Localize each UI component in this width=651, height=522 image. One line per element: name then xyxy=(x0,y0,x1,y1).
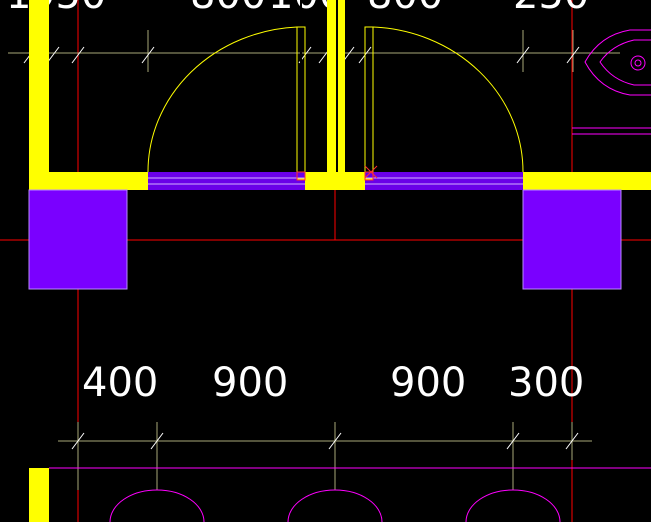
top-dimension-texts: 1 950 800 100 800 250 xyxy=(6,0,589,18)
door-left[interactable] xyxy=(147,26,306,180)
column-right[interactable] xyxy=(522,189,622,290)
fixture-basin-right xyxy=(465,489,561,522)
door-left-arc xyxy=(147,26,298,173)
door-right[interactable] xyxy=(364,26,524,180)
dim-text-top-4: 800 xyxy=(367,0,443,18)
dim-text-bottom-2: 900 xyxy=(390,360,466,406)
wall-left-vertical[interactable] xyxy=(29,0,49,190)
top-dimension-line xyxy=(8,30,620,72)
bottom-dimension-line xyxy=(58,422,592,490)
fixture-basin-center xyxy=(287,489,383,522)
dim-text-top-0: 1 xyxy=(6,0,31,18)
wall-bottom-left[interactable] xyxy=(29,468,49,522)
bottom-fixtures[interactable] xyxy=(49,467,651,522)
dim-text-bottom-3: 300 xyxy=(508,360,584,406)
door-right-arc xyxy=(372,26,524,173)
wall-left-horizontal[interactable] xyxy=(29,172,148,190)
toilet-fixture-icon[interactable] xyxy=(572,29,651,135)
bottom-dimension-texts: 400 900 900 300 xyxy=(82,360,584,406)
fixture-basin-left xyxy=(109,489,205,522)
dim-text-top-5: 250 xyxy=(513,0,589,18)
dim-text-top-2: 800 xyxy=(190,0,266,18)
cad-drawing-canvas[interactable]: 1 950 800 100 800 250 xyxy=(0,0,651,522)
column-left[interactable] xyxy=(28,189,128,290)
dim-text-bottom-1: 900 xyxy=(212,360,288,406)
dim-text-bottom-0: 400 xyxy=(82,360,158,406)
floor-plan-svg[interactable]: 1 950 800 100 800 250 xyxy=(0,0,651,522)
wall-right-horizontal[interactable] xyxy=(523,172,651,190)
